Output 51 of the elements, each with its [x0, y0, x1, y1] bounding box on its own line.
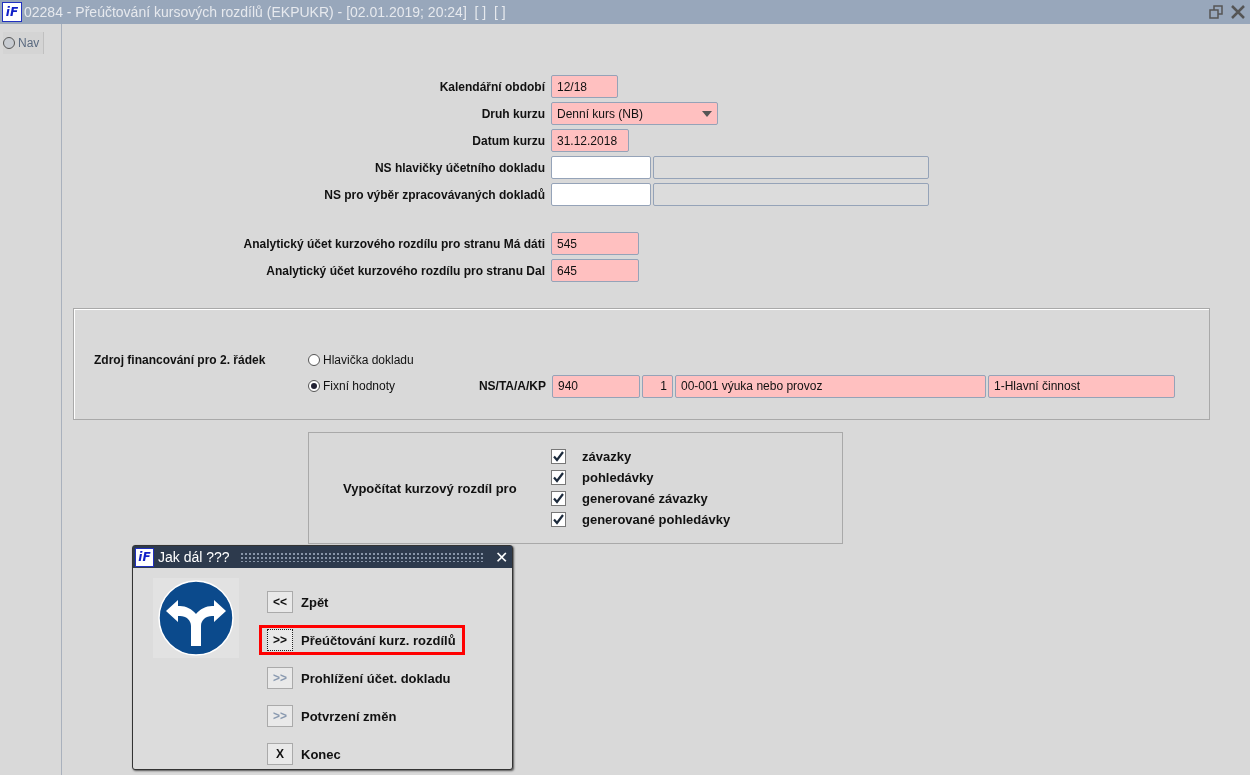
checkbox-label: generované závazky — [582, 491, 708, 506]
action-label: Potvrzení změn — [301, 708, 397, 724]
checkbox[interactable] — [551, 470, 566, 485]
input-field[interactable] — [653, 183, 929, 206]
input-field[interactable] — [551, 183, 651, 206]
dialog-title: Jak dál ??? — [158, 549, 230, 565]
input-field[interactable]: 31.12.2018 — [551, 129, 629, 152]
window-title: 02284 - Přeúčtování kursových rozdílů (EKPUKR) - [02.01.2019; 20:24] [ ] [ ] — [24, 4, 507, 20]
field-label: Zdroj financování pro 2. řádek — [94, 353, 267, 367]
field-label: Datum kurzu — [471, 133, 545, 148]
field-label: Kalendářní období — [438, 79, 545, 94]
action-label: Konec — [301, 746, 341, 762]
action-button[interactable]: >> — [267, 629, 293, 651]
close-button[interactable]: ✕ — [495, 547, 508, 567]
field-label: Analytický účet kurzového rozdílu pro stranu Dal — [265, 263, 545, 278]
checkbox-label: generované pohledávky — [582, 512, 731, 527]
caret-icon — [702, 110, 712, 117]
nav-tab[interactable]: Nav — [3, 32, 44, 54]
input-field[interactable] — [653, 156, 929, 179]
checkbox[interactable] — [551, 491, 566, 506]
dropdown[interactable]: Denní kurs (NB) — [551, 102, 718, 125]
action-label: Zpět — [301, 594, 329, 610]
checkbox-label: pohledávky — [582, 470, 654, 485]
field-label: Vypočítat kurzový rozdíl pro — [343, 480, 518, 496]
field-label: NS hlavičky účetního dokladu — [373, 160, 545, 175]
restore-icon[interactable] — [1209, 5, 1223, 19]
radio-option[interactable]: Hlavička dokladu — [308, 353, 458, 367]
field-label: Druh kurzu — [480, 106, 545, 121]
input-field[interactable]: 545 — [551, 232, 639, 255]
input-field[interactable]: 940 — [552, 374, 640, 398]
input-field[interactable]: 12/18 — [551, 75, 618, 98]
action-button[interactable]: << — [267, 591, 293, 613]
action-label: Přeúčtování kurz. rozdílů — [301, 632, 456, 648]
close-icon[interactable] — [1231, 5, 1245, 19]
fork-arrow-sign-icon — [158, 580, 234, 656]
radio-option[interactable]: Fixní hodnoty — [308, 379, 458, 393]
input-field[interactable]: 1-Hlavní činnost — [988, 374, 1175, 398]
app-logo: iF — [135, 547, 154, 567]
field-label: NS pro výběr zpracovávaných dokladů — [323, 187, 545, 202]
checkbox-label: závazky — [582, 449, 632, 464]
field-label: Analytický účet kurzového rozdílu pro stranu Má dáti — [242, 236, 545, 251]
action-button[interactable]: X — [267, 743, 293, 765]
action-label: Prohlížení účet. dokladu — [301, 670, 451, 686]
input-field[interactable]: 645 — [551, 259, 639, 282]
app-logo: iF — [2, 2, 22, 22]
checkbox[interactable] — [551, 449, 566, 464]
checkbox[interactable] — [551, 512, 566, 527]
field-label: NS/TA/A/KP — [477, 379, 546, 393]
input-field[interactable]: 00-001 výuka nebo provoz — [675, 374, 986, 398]
input-field[interactable]: 1 — [642, 374, 673, 398]
input-field[interactable] — [551, 156, 651, 179]
